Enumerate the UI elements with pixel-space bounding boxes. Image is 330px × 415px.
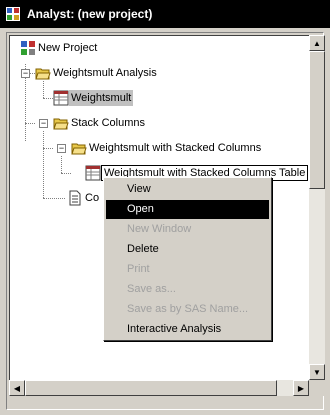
menu-item-open[interactable]: Open: [106, 200, 269, 219]
tree-line: [43, 81, 44, 98]
scroll-up-icon[interactable]: ▲: [309, 35, 325, 51]
tree-item-label: Co: [85, 192, 100, 204]
scroll-down-icon[interactable]: ▼: [309, 364, 325, 380]
scrollbar-corner: [309, 380, 325, 396]
tree-item-label: Weightsmult: [69, 90, 134, 106]
tree-item-label: Weightsmult with Stacked Columns: [89, 142, 262, 154]
tree-line: [61, 173, 71, 174]
menu-item-view[interactable]: View: [106, 180, 269, 199]
expand-minus-icon[interactable]: −: [57, 144, 66, 153]
scroll-right-icon[interactable]: ▶: [293, 380, 309, 396]
tree-line: [43, 198, 65, 199]
tree-item-label: Stack Columns: [71, 117, 145, 129]
tree-line: [25, 123, 35, 124]
horizontal-scrollbar[interactable]: ◀ ▶: [9, 380, 309, 396]
horizontal-scroll-thumb[interactable]: [25, 380, 277, 396]
analyst-app-icon: [6, 7, 20, 21]
vertical-scrollbar[interactable]: ▲ ▼: [309, 35, 325, 380]
menu-item-save-as-sas-name: Save as by SAS Name...: [127, 303, 249, 315]
tree-line: [43, 98, 53, 99]
menu-item-delete[interactable]: Delete: [106, 240, 269, 259]
menu-item-print: Print: [127, 263, 150, 275]
folder-open-icon: [71, 143, 87, 155]
title-bar[interactable]: Analyst: (new project): [0, 0, 330, 28]
tree-line: [43, 148, 53, 149]
menu-item-new-window: New Window: [127, 223, 192, 235]
tree-line: [61, 156, 62, 173]
analyst-window: Analyst: (new project) New Project − Wei…: [0, 0, 330, 415]
menu-item-save-as: Save as...: [127, 283, 176, 295]
document-icon: [69, 190, 81, 206]
window-title: Analyst: (new project): [27, 7, 153, 21]
table-icon: [53, 90, 69, 106]
vertical-scroll-thumb[interactable]: [309, 51, 325, 189]
menu-item-interactive-analysis[interactable]: Interactive Analysis: [106, 320, 269, 339]
tree-item-label: New Project: [38, 42, 98, 54]
tree-item-label: Weightsmult Analysis: [53, 67, 157, 79]
scroll-left-icon[interactable]: ◀: [9, 380, 25, 396]
context-menu: View Open New Window Delete Print Save a…: [103, 177, 272, 341]
project-icon: [21, 41, 35, 55]
tree-line: [43, 131, 44, 198]
expand-minus-icon[interactable]: −: [39, 119, 48, 128]
expand-minus-icon[interactable]: −: [21, 69, 30, 78]
table-icon: [85, 165, 101, 181]
folder-open-icon: [35, 68, 51, 80]
folder-open-icon: [53, 118, 69, 130]
